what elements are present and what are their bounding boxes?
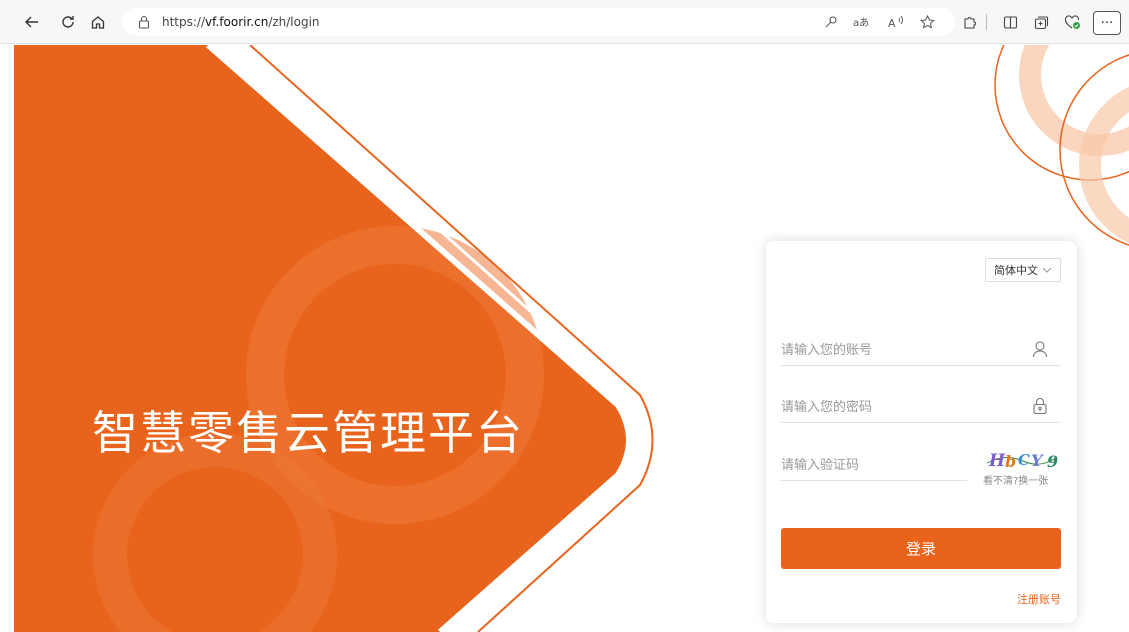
svg-text:b: b [1005, 452, 1017, 471]
user-icon [1031, 339, 1049, 359]
language-label: 简体中文 [994, 264, 1038, 277]
home-icon [91, 16, 105, 29]
login-button[interactable]: 登录 [781, 528, 1061, 569]
toolbar-separator [986, 14, 987, 30]
captcha-refresh-link[interactable]: 看不清?换一张 [983, 472, 1048, 487]
lock-icon[interactable] [136, 14, 152, 30]
login-page: 智慧零售云管理平台 简体中文 请输入您的账号 请输入您的密码 请输入验证码 H … [0, 45, 1129, 632]
url-host: vf.foorir.cn [205, 15, 269, 29]
translate-icon[interactable]: aあ [852, 12, 872, 32]
captcha-placeholder: 请输入验证码 [781, 458, 860, 473]
captcha-input[interactable]: 请输入验证码 [781, 447, 967, 481]
svg-text:H: H [988, 451, 1006, 471]
read-aloud-icon[interactable]: A [886, 12, 906, 32]
captcha-image[interactable]: H b C Y 9 看不清?换一张 [979, 447, 1061, 487]
split-screen-icon[interactable] [1000, 12, 1020, 32]
refresh-button[interactable] [56, 10, 80, 34]
svg-text:Y: Y [1031, 451, 1044, 470]
lock-icon [1031, 396, 1049, 416]
left-margin [0, 45, 14, 632]
favorite-star-icon[interactable] [917, 12, 937, 32]
svg-text:C: C [1018, 451, 1031, 469]
key-icon[interactable] [821, 12, 841, 32]
language-select[interactable]: 简体中文 [985, 258, 1061, 282]
account-input[interactable]: 请输入您的账号 [781, 332, 1061, 366]
svg-text:aあ: aあ [853, 17, 869, 29]
back-button[interactable] [20, 10, 44, 34]
arrow-left-icon [25, 16, 38, 28]
password-input[interactable]: 请输入您的密码 [781, 389, 1061, 423]
home-button[interactable] [86, 10, 110, 34]
password-placeholder: 请输入您的密码 [781, 400, 873, 415]
register-link[interactable]: 注册账号 [1017, 591, 1061, 607]
captcha-graphic: H b C Y 9 [986, 451, 1059, 471]
login-card: 简体中文 请输入您的账号 请输入您的密码 请输入验证码 H b C Y 9 看不… [766, 241, 1077, 623]
svg-text:9: 9 [1047, 452, 1059, 471]
svg-text:A: A [888, 17, 896, 29]
extensions-icon[interactable] [959, 12, 979, 32]
refresh-icon [62, 16, 74, 28]
platform-title: 智慧零售云管理平台 [92, 406, 524, 460]
more-menu-button[interactable]: ··· [1093, 11, 1121, 35]
url-prefix: https:// [162, 15, 206, 29]
collections-icon[interactable] [1031, 12, 1051, 32]
browser-toolbar: https://vf.foorir.cn/zh/login aあ A ··· [0, 0, 1129, 44]
url-path: /zh/login [268, 15, 320, 29]
browser-essentials-icon[interactable] [1062, 12, 1082, 32]
chevron-down-icon [1042, 263, 1052, 280]
account-placeholder: 请输入您的账号 [781, 343, 873, 358]
